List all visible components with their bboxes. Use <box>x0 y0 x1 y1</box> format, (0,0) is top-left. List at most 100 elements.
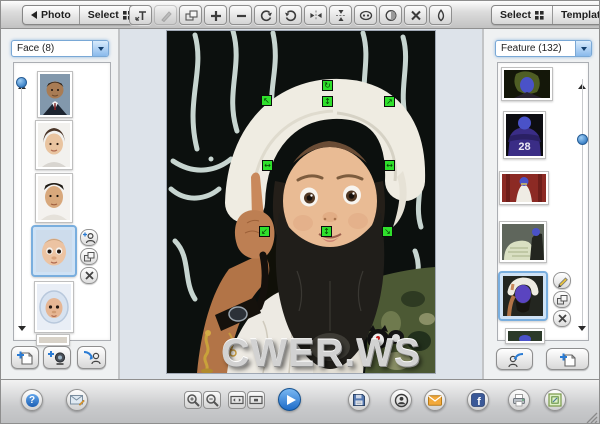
resize-button[interactable] <box>544 389 566 411</box>
flip-horizontal-icon <box>309 9 323 22</box>
handle-resize-n[interactable]: ↕ <box>322 96 333 107</box>
handle-resize-s[interactable]: ↕ <box>321 226 332 237</box>
add-photo-file-button[interactable] <box>11 346 39 369</box>
select-template-group: Select Template <box>491 5 600 25</box>
fit-screen-button[interactable] <box>228 391 246 409</box>
export-button[interactable] <box>390 389 412 411</box>
mail-button[interactable] <box>424 389 446 411</box>
dropdown-arrow-button[interactable] <box>92 41 108 56</box>
handle-resize-e[interactable]: ↔ <box>384 160 395 171</box>
face-swap-button[interactable] <box>80 248 98 265</box>
face-category-dropdown[interactable]: Face (8) <box>11 40 109 57</box>
send-to-face-button[interactable] <box>77 346 106 369</box>
rotate-ccw-icon <box>259 9 273 22</box>
photo-montage-app: Photo Select Select <box>0 0 600 424</box>
handle-rotate[interactable]: ↻ <box>322 80 333 91</box>
feature-scroll-track[interactable] <box>582 79 583 329</box>
printer-icon <box>512 393 526 407</box>
window-resize-grip[interactable] <box>586 412 598 424</box>
bottom-toolbar: ? f <box>1 379 600 424</box>
question-button[interactable] <box>66 389 88 411</box>
zoom-in-button[interactable] <box>184 391 202 409</box>
rotate-cw-tool-button[interactable] <box>279 5 302 25</box>
save-button[interactable] <box>348 389 370 411</box>
subtract-tool-button[interactable] <box>229 5 252 25</box>
transform-tool-button[interactable] <box>129 5 152 25</box>
feature-category-value: Feature (132) <box>496 43 575 54</box>
add-tool-button[interactable] <box>204 5 227 25</box>
handle-resize-sw[interactable]: ↙ <box>259 226 270 237</box>
face-thumb-partial[interactable] <box>36 334 70 346</box>
face-category-value: Face (8) <box>12 43 92 54</box>
liquify-tool-button[interactable] <box>429 5 452 25</box>
feature-thumb-money[interactable] <box>499 221 547 263</box>
edit-canvas[interactable]: ↻ ↖ ↕ ↗ ↔ ↔ ↙ ↕ ↘ <box>167 31 435 373</box>
template-button-label: Template <box>561 9 600 21</box>
facebook-button[interactable]: f <box>467 389 489 411</box>
pencil-icon <box>555 274 569 288</box>
color-adjust-icon <box>384 9 398 22</box>
handle-resize-nw[interactable]: ↖ <box>261 95 272 106</box>
swap-tool-button[interactable] <box>179 5 202 25</box>
feature-category-dropdown[interactable]: Feature (132) <box>495 40 592 57</box>
print-button[interactable] <box>508 389 530 411</box>
dropdown-arrow-button[interactable] <box>575 41 591 56</box>
face-thumb-baby-hood[interactable] <box>34 281 74 333</box>
resize-image-icon <box>548 393 562 407</box>
feature-thumb-partial[interactable] <box>505 328 545 344</box>
feature-thumb-pope[interactable] <box>499 171 549 205</box>
preview-button[interactable] <box>278 388 301 411</box>
play-icon <box>287 395 296 405</box>
pen-tool-button[interactable] <box>154 5 177 25</box>
envelope-pencil-icon <box>70 394 85 406</box>
feature-edit-button[interactable] <box>553 272 571 289</box>
select-template-button[interactable]: Select <box>492 6 552 24</box>
face-thumb-baby-selected[interactable] <box>31 225 77 277</box>
rotate-ccw-tool-button[interactable] <box>254 5 277 25</box>
swap-icon <box>184 9 198 22</box>
face-thumb-obama[interactable] <box>37 71 73 118</box>
face-add-person-button[interactable] <box>80 229 98 246</box>
handle-resize-w[interactable]: ↔ <box>262 160 273 171</box>
feature-thumb-turban-selected[interactable] <box>498 271 548 321</box>
handle-resize-ne[interactable]: ↗ <box>384 96 395 107</box>
actual-size-button[interactable] <box>247 391 265 409</box>
feature-swap-button[interactable] <box>553 291 571 308</box>
facebook-icon: f <box>471 393 485 407</box>
face-delete-button[interactable] <box>80 267 98 284</box>
chevron-down-icon <box>581 47 587 51</box>
feature-points-tool-button[interactable] <box>354 5 377 25</box>
flip-vertical-icon <box>334 9 348 22</box>
apply-template-button[interactable] <box>496 348 533 370</box>
send-to-person-icon <box>82 349 102 366</box>
feature-thumb-joker[interactable] <box>501 67 553 101</box>
face-thumb-woman[interactable] <box>35 120 73 170</box>
face-scroll-thumb[interactable] <box>16 77 27 88</box>
feature-delete-button[interactable] <box>553 310 571 327</box>
template-button[interactable]: Template <box>552 6 600 24</box>
zoom-out-button[interactable] <box>203 391 221 409</box>
select-photo-label: Select <box>88 9 119 21</box>
handle-resize-se[interactable]: ↘ <box>382 226 393 237</box>
add-template-button[interactable] <box>546 348 589 370</box>
add-document-icon <box>15 349 35 366</box>
feature-thumb-football-28[interactable]: 28 <box>503 111 546 159</box>
back-arrow-icon <box>31 11 37 19</box>
color-adjust-tool-button[interactable] <box>379 5 402 25</box>
add-photo-webcam-button[interactable] <box>43 346 71 369</box>
fit-width-icon <box>230 393 244 407</box>
flip-horizontal-tool-button[interactable] <box>304 5 327 25</box>
flip-vertical-tool-button[interactable] <box>329 5 352 25</box>
delete-points-tool-button[interactable] <box>404 5 427 25</box>
photo-select-group: Photo Select <box>22 5 141 25</box>
how-to-use-button[interactable]: ? <box>21 389 43 411</box>
feature-scroll-thumb[interactable] <box>577 134 588 145</box>
photo-button[interactable]: Photo <box>23 6 79 24</box>
zoom-out-icon <box>205 393 219 407</box>
watermark-text: CWER.WS <box>197 332 445 376</box>
feature-scroll-down[interactable] <box>578 331 586 349</box>
photo-button-label: Photo <box>41 9 71 21</box>
face-thumb-man[interactable] <box>35 173 73 223</box>
face-scroll-track[interactable] <box>21 79 22 329</box>
top-toolbar: Photo Select Select <box>1 1 600 29</box>
